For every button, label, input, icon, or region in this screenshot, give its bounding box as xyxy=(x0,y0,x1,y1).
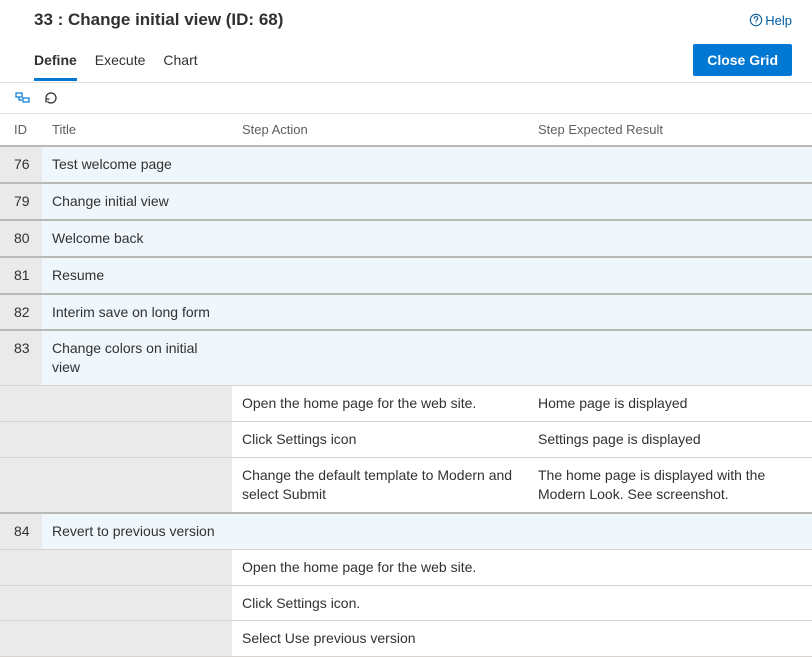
close-grid-button[interactable]: Close Grid xyxy=(693,44,792,76)
cell-title[interactable]: Interim save on long form xyxy=(42,294,232,331)
cell-expected[interactable] xyxy=(528,621,812,657)
table-row[interactable]: Open the home page for the web site.Home… xyxy=(0,386,812,422)
cell-action[interactable] xyxy=(232,294,528,331)
cell-action[interactable]: Open the home page for the web site. xyxy=(232,386,528,422)
cell-action[interactable] xyxy=(232,183,528,220)
table-row[interactable]: Open the home page for the web site. xyxy=(0,549,812,585)
table-row[interactable]: 83Change colors on initial view xyxy=(0,330,812,385)
cell-expected[interactable] xyxy=(528,257,812,294)
cell-expected[interactable]: The home page is displayed with the Mode… xyxy=(528,458,812,513)
table-row[interactable]: Select Use previous version xyxy=(0,621,812,657)
cell-id[interactable]: 82 xyxy=(0,294,42,331)
cell-title[interactable]: Revert to previous version xyxy=(42,513,232,549)
cell-id[interactable]: 83 xyxy=(0,330,42,385)
cell-expected[interactable]: Settings page is displayed xyxy=(528,422,812,458)
cell-title[interactable] xyxy=(42,458,232,513)
cell-action[interactable] xyxy=(232,513,528,549)
cell-id[interactable] xyxy=(0,621,42,657)
column-header-action[interactable]: Step Action xyxy=(232,114,528,146)
cell-action[interactable] xyxy=(232,146,528,183)
cell-expected[interactable] xyxy=(528,330,812,385)
cell-title[interactable]: Resume xyxy=(42,257,232,294)
tab-define[interactable]: Define xyxy=(34,46,77,81)
cell-title[interactable] xyxy=(42,585,232,621)
cell-title[interactable] xyxy=(42,422,232,458)
cell-title[interactable]: Welcome back xyxy=(42,220,232,257)
cell-id[interactable] xyxy=(0,386,42,422)
cell-expected[interactable] xyxy=(528,294,812,331)
cell-expected[interactable] xyxy=(528,146,812,183)
test-grid: ID Title Step Action Step Expected Resul… xyxy=(0,114,812,657)
help-icon xyxy=(749,13,763,27)
cell-title[interactable] xyxy=(42,549,232,585)
cell-title[interactable]: Change initial view xyxy=(42,183,232,220)
column-header-expected[interactable]: Step Expected Result xyxy=(528,114,812,146)
cell-title[interactable]: Change colors on initial view xyxy=(42,330,232,385)
cell-expected[interactable] xyxy=(528,183,812,220)
cell-title[interactable] xyxy=(42,386,232,422)
table-row[interactable]: 79Change initial view xyxy=(0,183,812,220)
cell-action[interactable] xyxy=(232,257,528,294)
cell-title[interactable]: Test welcome page xyxy=(42,146,232,183)
cell-id[interactable] xyxy=(0,458,42,513)
column-header-id[interactable]: ID xyxy=(0,114,42,146)
refresh-icon[interactable] xyxy=(42,89,60,107)
cell-expected[interactable] xyxy=(528,549,812,585)
table-row[interactable]: 81Resume xyxy=(0,257,812,294)
cell-action[interactable]: Click Settings icon. xyxy=(232,585,528,621)
tab-bar: Define Execute Chart xyxy=(34,46,198,81)
cell-id[interactable]: 79 xyxy=(0,183,42,220)
cell-id[interactable]: 80 xyxy=(0,220,42,257)
cell-id[interactable]: 84 xyxy=(0,513,42,549)
page-title: 33 : Change initial view (ID: 68) xyxy=(34,10,283,30)
cell-expected[interactable] xyxy=(528,585,812,621)
cell-id[interactable] xyxy=(0,549,42,585)
cell-action[interactable] xyxy=(232,330,528,385)
cell-action[interactable] xyxy=(232,220,528,257)
table-row[interactable]: 84Revert to previous version xyxy=(0,513,812,549)
cell-id[interactable]: 81 xyxy=(0,257,42,294)
grid-toolbar xyxy=(0,82,812,114)
cell-action[interactable]: Click Settings icon xyxy=(232,422,528,458)
table-row[interactable]: Click Settings icon. xyxy=(0,585,812,621)
cell-expected[interactable] xyxy=(528,513,812,549)
cell-id[interactable] xyxy=(0,422,42,458)
cell-title[interactable] xyxy=(42,621,232,657)
column-header-title[interactable]: Title xyxy=(42,114,232,146)
expand-collapse-icon[interactable] xyxy=(14,89,32,107)
cell-expected[interactable] xyxy=(528,220,812,257)
cell-action[interactable]: Change the default template to Modern an… xyxy=(232,458,528,513)
cell-action[interactable]: Select Use previous version xyxy=(232,621,528,657)
table-row[interactable]: 80Welcome back xyxy=(0,220,812,257)
tab-chart[interactable]: Chart xyxy=(163,46,197,81)
help-label: Help xyxy=(765,13,792,28)
cell-action[interactable]: Open the home page for the web site. xyxy=(232,549,528,585)
table-row[interactable]: Click Settings iconSettings page is disp… xyxy=(0,422,812,458)
cell-id[interactable]: 76 xyxy=(0,146,42,183)
tab-execute[interactable]: Execute xyxy=(95,46,146,81)
cell-expected[interactable]: Home page is displayed xyxy=(528,386,812,422)
table-row[interactable]: Change the default template to Modern an… xyxy=(0,458,812,513)
help-link[interactable]: Help xyxy=(749,13,792,28)
cell-id[interactable] xyxy=(0,585,42,621)
table-row[interactable]: 82Interim save on long form xyxy=(0,294,812,331)
table-row[interactable]: 76Test welcome page xyxy=(0,146,812,183)
